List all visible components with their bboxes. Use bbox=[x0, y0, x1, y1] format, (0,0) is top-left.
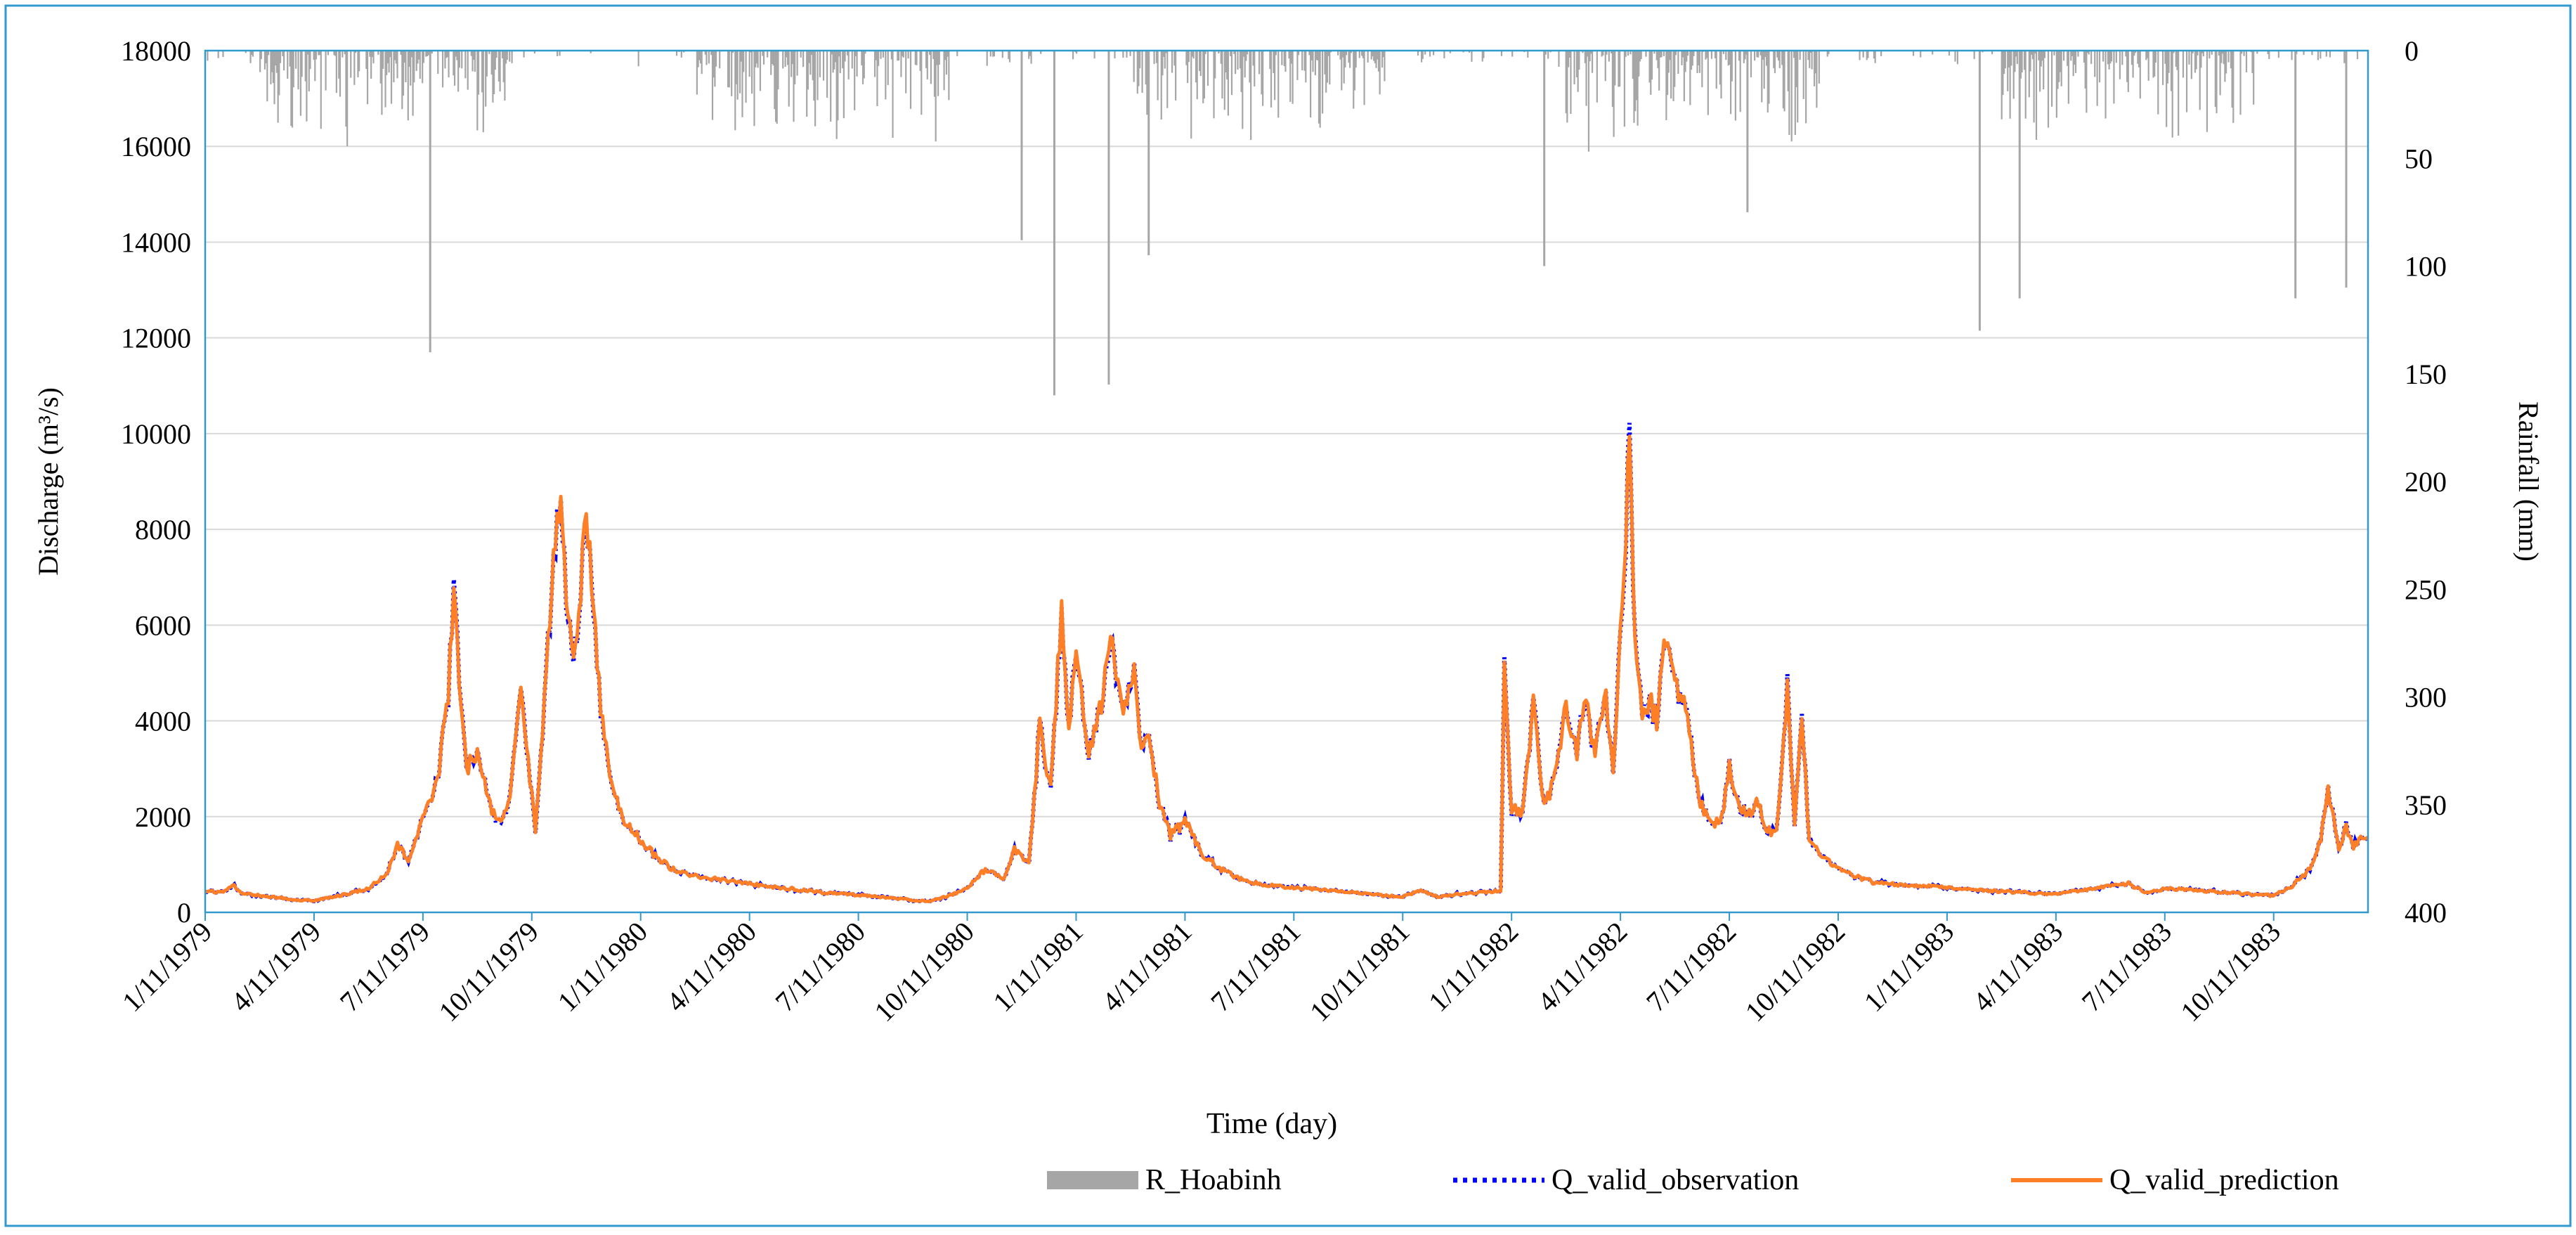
y-right-tick-label: 250 bbox=[2405, 574, 2447, 605]
y-left-tick-label: 2000 bbox=[135, 801, 191, 833]
y-right-tick-label: 50 bbox=[2405, 143, 2433, 174]
y-right-tick-label: 300 bbox=[2405, 682, 2447, 713]
y-right-tick-label: 150 bbox=[2405, 358, 2447, 390]
y-left-tick-label: 16000 bbox=[121, 131, 191, 162]
chart-container: 0 2000 4000 6000 8000 10000 12000 14000 16000 180… bbox=[0, 0, 2576, 1231]
legend-label-observation: Q_valid_observation bbox=[1552, 1164, 1799, 1196]
y-axis-label-left: Discharge (m³/s) bbox=[32, 387, 64, 576]
y-right-tick-label: 350 bbox=[2405, 789, 2447, 821]
legend-swatch-rain bbox=[1047, 1171, 1138, 1189]
y-right-tick-label: 200 bbox=[2405, 466, 2447, 498]
y-left-tick-label: 10000 bbox=[121, 418, 191, 450]
legend: R_Hoabinh Q_valid_observation Q_valid_pr… bbox=[1047, 1164, 2339, 1196]
y-right-tick-label: 400 bbox=[2405, 897, 2447, 929]
discharge-rainfall-chart: 0 2000 4000 6000 8000 10000 12000 14000 16000 180… bbox=[4, 4, 2572, 1227]
y-left-tick-label: 18000 bbox=[121, 35, 191, 67]
y-left-tick-label: 14000 bbox=[121, 226, 191, 258]
chart-frame bbox=[4, 4, 2572, 1227]
y-right-tick-label: 100 bbox=[2405, 251, 2447, 283]
legend-label-prediction: Q_valid_prediction bbox=[2109, 1164, 2339, 1196]
y-left-tick-label: 8000 bbox=[135, 514, 191, 545]
legend-label-rain: R_Hoabinh bbox=[1145, 1164, 1282, 1196]
y-left-tick-label: 12000 bbox=[121, 323, 191, 354]
x-axis-label: Time (day) bbox=[1206, 1108, 1337, 1140]
y-axis-label-right: Rainfall (mm) bbox=[2513, 401, 2544, 562]
y-left-tick-label: 4000 bbox=[135, 706, 191, 737]
y-left-tick-label: 6000 bbox=[135, 609, 191, 641]
y-right-tick-label: 0 bbox=[2405, 35, 2419, 67]
